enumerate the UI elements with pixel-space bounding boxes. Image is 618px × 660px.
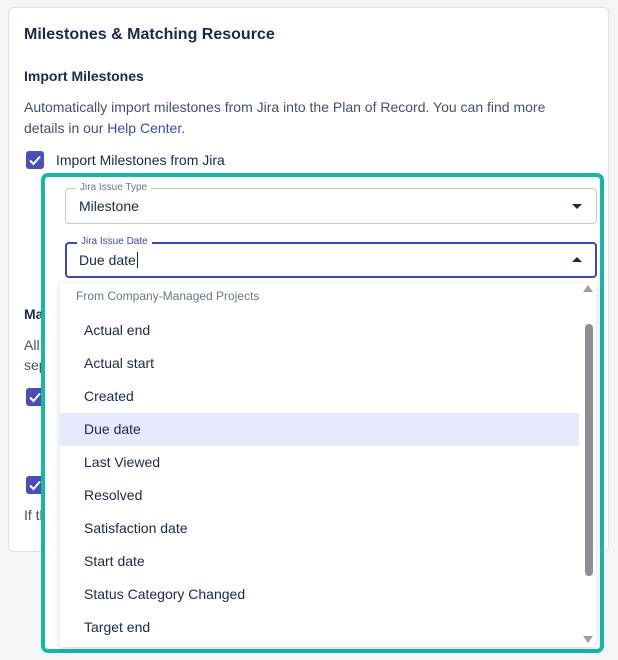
text-cursor [136, 252, 138, 268]
scrollbar-thumb[interactable] [585, 324, 593, 576]
jira-issue-type-value: Milestone [79, 198, 139, 214]
jira-issue-date-dropdown: From Company-Managed Projects Actual end… [60, 283, 596, 647]
option-start-date[interactable]: Start date [60, 545, 579, 578]
check-icon [29, 155, 41, 166]
import-milestones-checkbox-label: Import Milestones from Jira [56, 152, 225, 168]
jira-issue-date-value: Due date [79, 252, 138, 268]
option-target-end[interactable]: Target end [60, 611, 579, 644]
option-actual-start[interactable]: Actual start [60, 347, 579, 380]
option-actual-end[interactable]: Actual end [60, 314, 579, 347]
import-milestones-checkbox[interactable] [26, 151, 44, 169]
option-created[interactable]: Created [60, 380, 579, 413]
jira-issue-date-label: Jira Issue Date [77, 235, 152, 249]
dropdown-scrollbar[interactable] [580, 283, 596, 647]
scroll-down-arrow-icon[interactable] [583, 636, 593, 643]
option-status-category-changed[interactable]: Status Category Changed [60, 578, 579, 611]
check-icon [29, 480, 41, 491]
option-satisfaction-date[interactable]: Satisfaction date [60, 512, 579, 545]
description-text: Automatically import milestones from Jir… [24, 99, 546, 136]
import-milestones-description: Automatically import milestones from Jir… [24, 97, 584, 139]
option-resolved[interactable]: Resolved [60, 479, 579, 512]
card-title: Milestones & Matching Resource [24, 26, 275, 43]
jira-fields-highlight: Jira Issue Type Milestone Jira Issue Dat… [41, 173, 604, 653]
check-icon [29, 392, 41, 403]
option-due-date[interactable]: Due date [60, 413, 579, 446]
scroll-up-arrow-icon[interactable] [583, 285, 593, 292]
jira-issue-type-label: Jira Issue Type [76, 181, 152, 195]
caret-up-icon[interactable] [572, 257, 582, 262]
jira-issue-type-select[interactable]: Jira Issue Type Milestone [65, 181, 597, 224]
description-end: . [181, 120, 186, 136]
import-milestones-heading: Import Milestones [24, 68, 144, 84]
option-last-viewed[interactable]: Last Viewed [60, 446, 579, 479]
jira-issue-date-select[interactable]: Jira Issue Date Due date [65, 235, 597, 278]
jira-issue-date-text: Due date [79, 252, 136, 268]
group-header: From Company-Managed Projects [76, 289, 260, 303]
help-center-link[interactable]: Help Center [107, 120, 181, 136]
caret-down-icon [572, 204, 582, 209]
